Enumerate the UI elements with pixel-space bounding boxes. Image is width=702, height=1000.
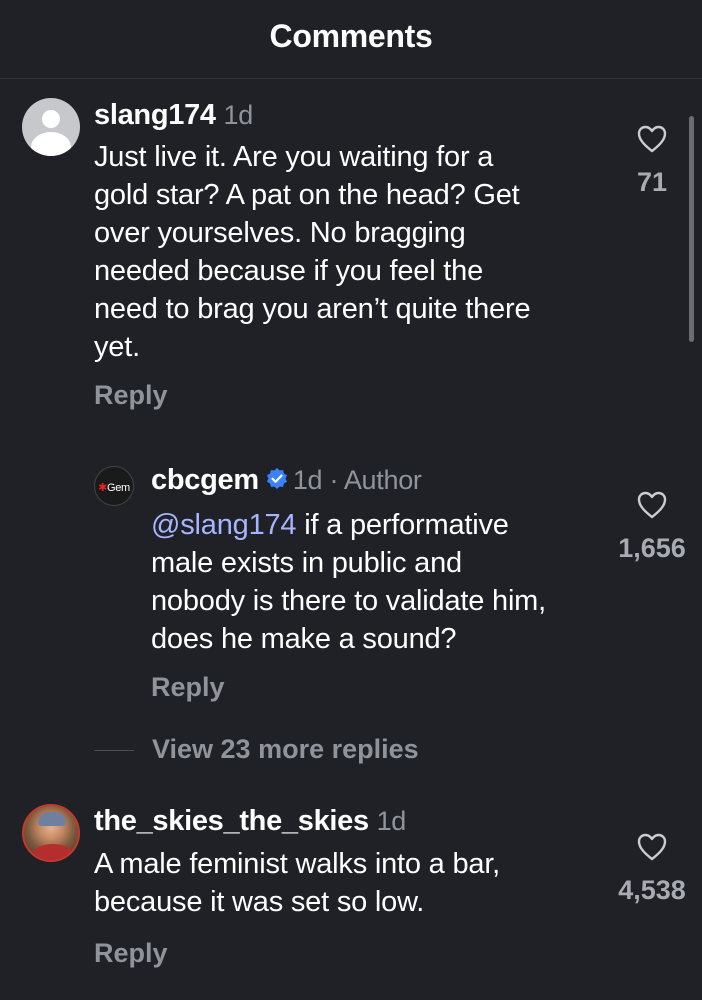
avatar-the-skies-the-skies[interactable] [22,804,80,862]
heart-outline-icon[interactable] [637,491,667,519]
mention-link[interactable]: @slang174 [151,509,297,541]
view-more-replies-button[interactable]: View 23 more replies [152,734,419,765]
avatar-slang174[interactable] [22,98,80,156]
reply-button[interactable]: Reply [94,938,168,969]
comment-meta: 1d · Author [292,465,422,495]
cbc-gem-logo: ✱Gem [98,482,130,494]
verified-badge-icon [266,468,287,490]
comment-username[interactable]: the_skies_the_skies 1d [94,805,406,838]
comments-header: Comments [0,0,702,79]
comment-username[interactable]: cbcgem 1d · Author [151,464,422,497]
reply-button[interactable]: Reply [94,380,168,411]
heart-outline-icon[interactable] [637,125,667,153]
default-avatar-icon [42,110,60,128]
heart-outline-icon[interactable] [637,833,667,861]
comment-time: 1d [223,100,254,130]
reply-button[interactable]: Reply [151,672,225,703]
like-count: 1,656 [618,533,686,563]
replies-divider [94,750,134,751]
comment-text: Just live it. Are you waiting for a gold… [94,141,531,363]
like-count: 4,538 [618,875,686,905]
like-count: 71 [636,167,668,197]
like-button[interactable]: 71 [597,125,702,198]
comment-text: A male feminist walks into a bar, becaus… [94,848,501,918]
avatar-cbcgem[interactable]: ✱Gem [94,466,134,506]
page-title: Comments [269,18,433,54]
comment-time: 1d [376,806,407,836]
comment-username[interactable]: slang174 1d [94,99,253,132]
like-button[interactable]: 4,538 [597,833,702,906]
like-button[interactable]: 1,656 [597,491,702,564]
comment-text: @slang174 if a performative male exists … [151,509,546,655]
